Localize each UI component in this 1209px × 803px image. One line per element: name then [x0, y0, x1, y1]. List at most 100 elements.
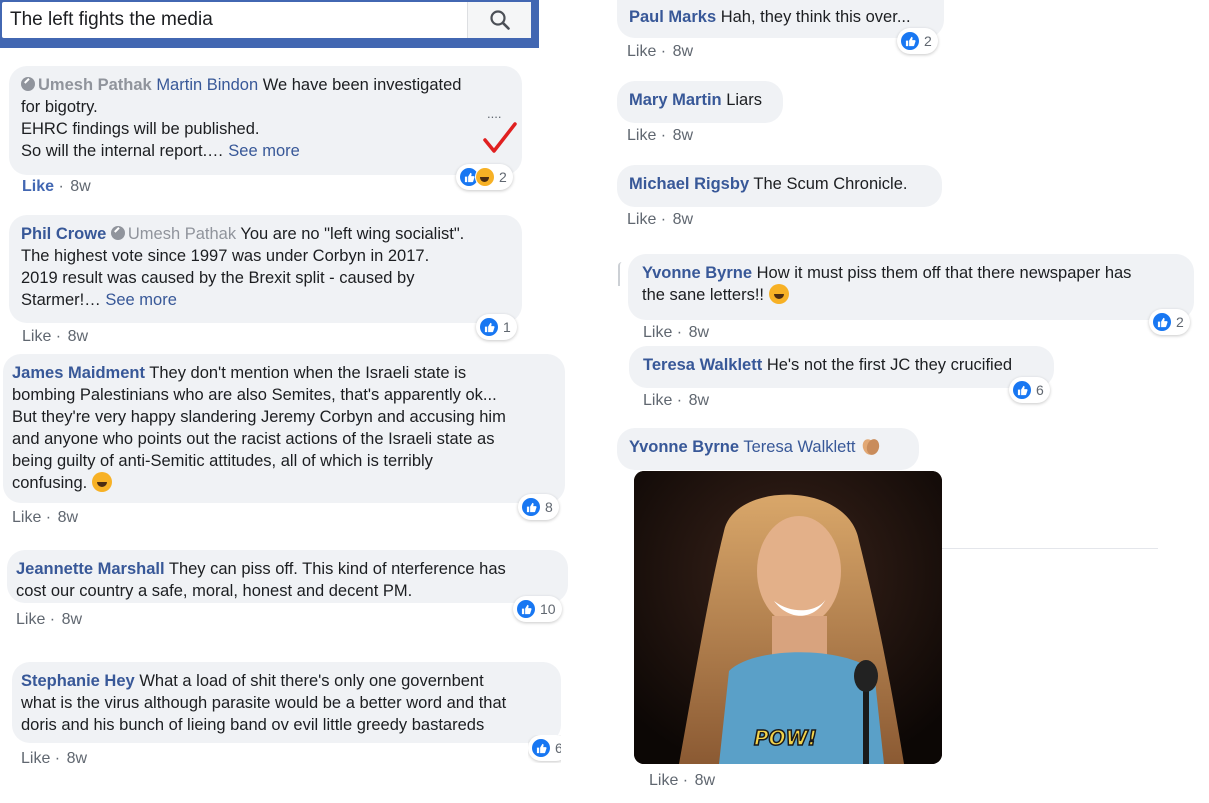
comment-text-line: He's not the first JC they crucified [766, 356, 1013, 374]
like-link[interactable]: Like [627, 211, 656, 228]
like-reaction-icon [1012, 380, 1032, 400]
reaction-number: 2 [499, 169, 507, 185]
search-button[interactable] [467, 2, 531, 38]
gif-image [634, 471, 942, 764]
timestamp[interactable]: 8w [673, 211, 693, 228]
comment-text-line: They don't mention when the Israeli stat… [149, 364, 467, 382]
hugging-emoji-icon [91, 472, 112, 492]
comment-text-line: You are no "left wing socialist". [240, 225, 465, 243]
reaction-count[interactable]: 6 [1009, 377, 1050, 403]
comment-text-line: for bigotry. [21, 98, 98, 116]
like-reaction-icon [531, 738, 551, 758]
comment-meta: Like · 8w [649, 772, 716, 789]
comment-author[interactable]: Stephanie Hey [21, 672, 135, 690]
comment-meta: Like · 8w [627, 211, 694, 228]
like-link[interactable]: Like [16, 611, 45, 628]
mention-tag[interactable]: Martin Bindon [156, 76, 258, 94]
timestamp[interactable]: 8w [695, 772, 715, 789]
check-mark-icon [483, 122, 517, 153]
comment-text-line: Liars [726, 91, 762, 109]
reaction-count[interactable]: 8 [518, 494, 559, 520]
mention-tag[interactable]: Umesh Pathak [128, 225, 236, 243]
timestamp[interactable]: 8w [70, 178, 90, 195]
comment-text-line: confusing. [12, 474, 88, 492]
reaction-number: 6 [555, 740, 561, 756]
reaction-count[interactable]: 10 [513, 596, 562, 622]
like-link[interactable]: Like [627, 127, 656, 144]
comment-bubble: Paul Marks Hah, they think this over... [617, 0, 944, 38]
comment-text-line: and anyone who points out the racist act… [12, 430, 495, 448]
like-link[interactable]: Like [643, 392, 672, 409]
comment-text-line: We have been investigated [262, 76, 462, 94]
like-link[interactable]: Like [22, 178, 54, 195]
clapping-hands-icon [862, 439, 880, 455]
reaction-count[interactable]: 2 [456, 164, 513, 190]
reaction-count[interactable]: 6 [528, 735, 561, 761]
comment-author[interactable]: Phil Crowe [21, 225, 106, 243]
reaction-count[interactable]: 2 [897, 28, 938, 54]
see-more-link[interactable]: See more [105, 291, 177, 309]
timestamp[interactable]: 8w [58, 509, 78, 526]
comment-author[interactable]: Mary Martin [629, 91, 722, 109]
reaction-number: 6 [1036, 382, 1044, 398]
search-input[interactable] [10, 6, 460, 34]
comment-author[interactable]: Teresa Walklett [643, 356, 762, 374]
timestamp[interactable]: 8w [673, 43, 693, 60]
like-link[interactable]: Like [22, 328, 51, 345]
comment-author[interactable]: James Maidment [12, 364, 145, 382]
comment-author[interactable]: Paul Marks [629, 8, 716, 26]
comment-text-line: But they're very happy slandering Jeremy… [12, 408, 506, 426]
like-link[interactable]: Like [12, 509, 41, 526]
comment-text-line: doris and his bunch of lieing band ov ev… [21, 716, 485, 734]
see-more-link[interactable]: See more [228, 142, 300, 160]
like-link[interactable]: Like [627, 43, 656, 60]
reaction-count[interactable]: 1 [476, 314, 517, 340]
timestamp[interactable]: 8w [689, 324, 709, 341]
reaction-clip: 6 [528, 735, 561, 763]
comment-meta: Like · 8w [12, 509, 79, 526]
like-reaction-icon [521, 497, 541, 517]
timestamp[interactable]: 8w [62, 611, 82, 628]
comment-bubble: Yvonne Byrne Teresa Walklett [617, 428, 919, 470]
verified-badge-icon [21, 77, 35, 91]
reaction-number: 2 [1176, 314, 1184, 330]
comment-text-line: bombing Palestinians who are also Semite… [12, 386, 497, 404]
comment-text-line: EHRC findings will be published. [21, 120, 260, 138]
timestamp[interactable]: 8w [67, 750, 87, 767]
reaction-count[interactable]: 2 [1149, 309, 1190, 335]
comment-meta: Like · 8w [643, 392, 710, 409]
comment-meta: Like · 8w [16, 611, 83, 628]
timestamp[interactable]: 8w [689, 392, 709, 409]
comment-text-line: what is the virus although parasite woul… [21, 694, 507, 712]
verified-badge-icon [110, 226, 125, 240]
search-bar [0, 0, 539, 48]
comment-author[interactable]: Michael Rigsby [629, 175, 749, 193]
comment-bubble: Jeannette Marshall They can piss off. Th… [7, 550, 568, 603]
annotation-dots: .... [487, 106, 502, 121]
comment-text-line: The highest vote since 1997 was under Co… [21, 247, 430, 265]
comment-text-line: They can piss off. This kind of nterfere… [168, 560, 506, 578]
mention-tag[interactable]: Teresa Walklett [743, 438, 855, 456]
search-icon [489, 10, 510, 30]
comment-author[interactable]: Yvonne Byrne [642, 264, 752, 282]
comment-bubble: Michael Rigsby The Scum Chronicle. [617, 165, 942, 207]
comment-author[interactable]: Jeannette Marshall [16, 560, 165, 578]
comment-meta: Like · 8w [643, 324, 710, 341]
like-reaction-icon [900, 31, 920, 51]
like-reaction-icon [1152, 312, 1172, 332]
timestamp[interactable]: 8w [68, 328, 88, 345]
comment-author[interactable]: Yvonne Byrne [629, 438, 739, 456]
comment-author[interactable]: Umesh Pathak [38, 76, 152, 94]
comment-meta: Like · 8w [22, 328, 89, 345]
laughing-emoji-icon [768, 284, 789, 304]
timestamp[interactable]: 8w [673, 127, 693, 144]
comment-text-line: The Scum Chronicle. [753, 175, 908, 193]
reaction-gif[interactable]: POW! [634, 471, 942, 764]
thread-line [618, 262, 626, 286]
like-link[interactable]: Like [649, 772, 678, 789]
reaction-number: 2 [924, 33, 932, 49]
like-link[interactable]: Like [21, 750, 50, 767]
like-link[interactable]: Like [643, 324, 672, 341]
comment-bubble: Stephanie Hey What a load of shit there'… [12, 662, 561, 743]
like-reaction-icon [516, 599, 536, 619]
